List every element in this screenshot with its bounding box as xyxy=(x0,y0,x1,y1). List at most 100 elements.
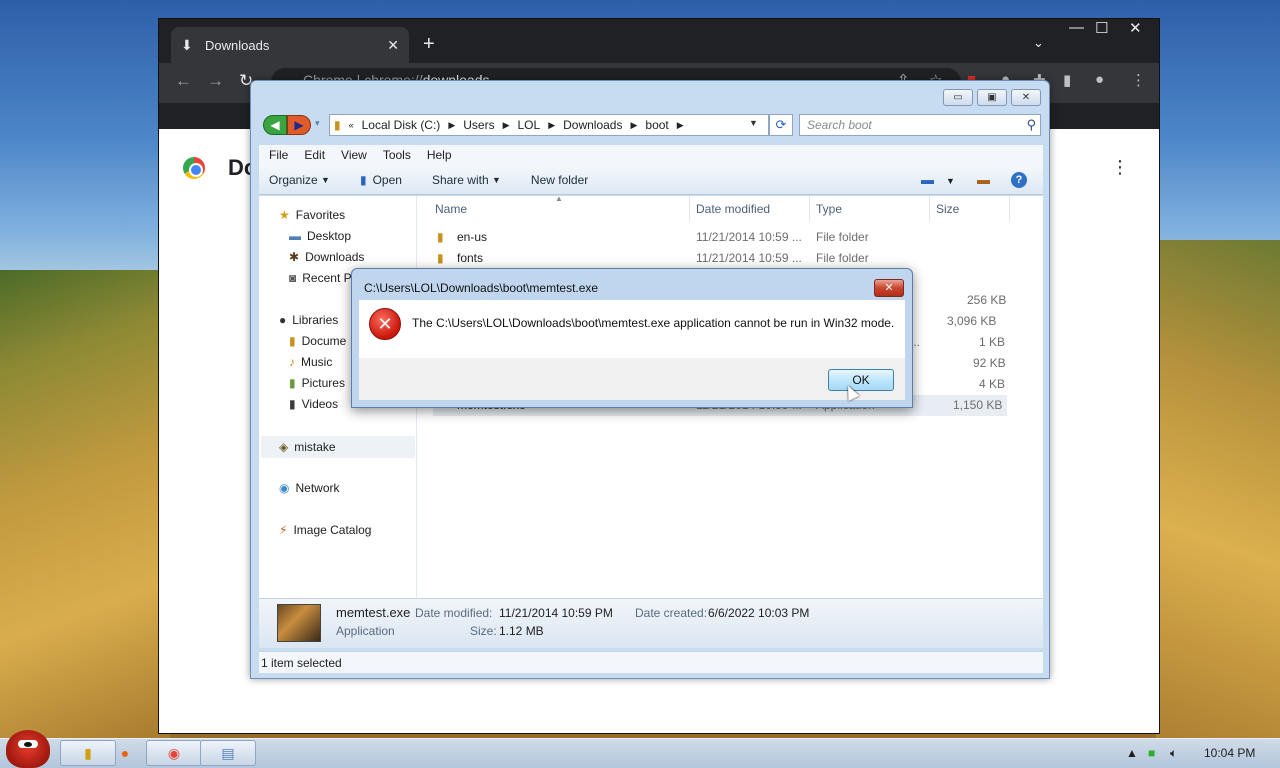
back-icon[interactable]: ← xyxy=(175,71,192,91)
explorer-address-bar[interactable]: ▮ « Local Disk (C:) ▶ Users ▶ LOL ▶ Downloa… xyxy=(329,114,769,136)
overflow-chevron-icon[interactable]: « xyxy=(349,120,354,130)
profile-avatar-icon[interactable]: ● xyxy=(1095,71,1104,88)
dialog-message: The C:\Users\LOL\Downloads\boot\memtest.… xyxy=(412,316,895,330)
details-size-label: Size: xyxy=(470,624,497,638)
history-dropdown-icon[interactable]: ▾ xyxy=(315,118,320,129)
dialog-footer: OK xyxy=(359,358,905,400)
menu-file[interactable]: File xyxy=(269,148,288,162)
view-options-icon[interactable]: ▬ xyxy=(921,172,934,187)
nav-downloads[interactable]: ✱ Downloads xyxy=(289,250,364,264)
explorer-maximize-button[interactable]: ▣ xyxy=(977,89,1007,106)
nav-videos-label: Videos xyxy=(301,397,339,411)
forward-button[interactable]: ▶ xyxy=(287,115,311,135)
nav-pictures[interactable]: ▮ Pictures xyxy=(289,376,345,390)
address-dropdown-icon[interactable]: ▼ xyxy=(749,118,758,128)
taskbar-notepad-icon[interactable]: ▤ xyxy=(200,740,256,766)
table-row[interactable]: ▮ en-us 11/21/2014 10:59 ... File folder xyxy=(417,227,1017,248)
column-size[interactable]: Size xyxy=(936,202,959,216)
back-button[interactable]: ◀ xyxy=(263,115,287,135)
breadcrumb-local-disk[interactable]: Local Disk (C:) xyxy=(362,118,441,132)
help-icon[interactable]: ? xyxy=(1011,172,1027,188)
taskbar-firefox-icon[interactable]: ● xyxy=(100,740,150,766)
menu-view[interactable]: View xyxy=(341,148,367,162)
row-size: 1,150 KB xyxy=(953,398,1003,412)
breadcrumb-sep-icon[interactable]: ▶ xyxy=(548,120,555,131)
breadcrumb-downloads[interactable]: Downloads xyxy=(563,118,622,132)
breadcrumb-sep-icon[interactable]: ▶ xyxy=(448,120,455,131)
open-button[interactable]: ▮ Open xyxy=(360,173,402,187)
nav-videos[interactable]: ▮ Videos xyxy=(289,397,338,411)
chrome-tab-downloads[interactable]: ⬇ Downloads ✕ xyxy=(171,27,409,63)
preview-pane-icon[interactable]: ▬ xyxy=(977,172,990,187)
dialog-close-button[interactable]: ✕ xyxy=(874,279,904,297)
chrome-logo-icon xyxy=(183,157,205,179)
error-icon: ✕ xyxy=(369,308,401,340)
address-row: ◀ ▶ ▾ ▮ « Local Disk (C:) ▶ Users ▶ LOL ▶ D… xyxy=(259,113,1043,137)
organize-button[interactable]: Organize ▼ xyxy=(269,173,330,187)
chrome-menu-icon[interactable]: ⋮ xyxy=(1131,71,1146,89)
breadcrumb-boot[interactable]: boot xyxy=(645,118,668,132)
new-folder-button[interactable]: New folder xyxy=(531,173,588,187)
view-dropdown-icon[interactable]: ▼ xyxy=(946,176,955,186)
nav-favorites[interactable]: ★ Favorites xyxy=(279,208,345,222)
search-input[interactable]: Search boot ⚲ xyxy=(799,114,1041,136)
minimize-icon[interactable]: — xyxy=(1069,19,1084,36)
breadcrumb-sep-icon[interactable]: ▶ xyxy=(630,120,637,131)
share-with-button[interactable]: Share with ▼ xyxy=(432,173,501,187)
downloads-folder-icon: ✱ xyxy=(289,250,300,264)
breadcrumb-sep-icon[interactable]: ▶ xyxy=(677,120,684,131)
tab-close-icon[interactable]: ✕ xyxy=(387,37,399,54)
breadcrumb-users[interactable]: Users xyxy=(463,118,494,132)
desktop-wallpaper xyxy=(0,270,170,740)
maximize-icon[interactable]: ☐ xyxy=(1095,19,1108,37)
column-type[interactable]: Type xyxy=(816,202,842,216)
nav-network[interactable]: ◉ Network xyxy=(279,481,340,495)
explorer-close-button[interactable]: ✕ xyxy=(1011,89,1041,106)
nav-desktop[interactable]: ▬ Desktop xyxy=(289,229,351,243)
image-catalog-icon: ⚡ xyxy=(279,523,288,537)
nav-music[interactable]: ♪ Music xyxy=(289,355,332,369)
nav-homegroup[interactable]: ◈ mistake xyxy=(261,436,415,458)
column-name[interactable]: Name xyxy=(435,202,467,216)
ok-button[interactable]: OK xyxy=(828,369,894,391)
breadcrumb-lol[interactable]: LOL xyxy=(518,118,541,132)
tray-overflow-icon[interactable]: ▲ xyxy=(1126,746,1138,760)
close-window-icon[interactable]: ✕ xyxy=(1129,19,1142,37)
nav-libraries[interactable]: ● Libraries xyxy=(279,313,338,327)
column-divider[interactable] xyxy=(929,196,930,222)
row-date: 11/21/2014 10:59 ... xyxy=(696,251,802,265)
menu-help[interactable]: Help xyxy=(427,148,452,162)
taskbar-chrome-icon[interactable]: ◉ xyxy=(146,740,202,766)
search-icon[interactable]: ⚲ xyxy=(1026,117,1036,133)
organize-label: Organize xyxy=(269,172,318,187)
new-tab-button[interactable]: + xyxy=(423,33,435,56)
start-button[interactable] xyxy=(6,730,50,768)
dialog-title: C:\Users\LOL\Downloads\boot\memtest.exe xyxy=(364,281,599,295)
status-bar: 1 item selected xyxy=(259,651,1043,673)
row-size: 4 KB xyxy=(979,377,1006,391)
row-date: 11/21/2014 10:59 ... xyxy=(696,230,802,244)
breadcrumb-sep-icon[interactable]: ▶ xyxy=(503,120,510,131)
column-date-modified[interactable]: Date modified xyxy=(696,202,770,216)
desktop-icon: ▬ xyxy=(289,229,301,243)
column-divider[interactable] xyxy=(689,196,690,222)
tray-volume-icon[interactable]: 🔈︎ xyxy=(1170,746,1177,761)
tab-search-chevron-icon[interactable]: ⌄ xyxy=(1033,35,1044,51)
explorer-minimize-button[interactable]: ▭ xyxy=(943,89,973,106)
nav-recent-places[interactable]: ◙ Recent P xyxy=(289,271,352,285)
refresh-button[interactable]: ⟳ xyxy=(769,114,793,136)
table-row[interactable]: ▮ fonts 11/21/2014 10:59 ... File folder xyxy=(417,248,1017,269)
column-divider[interactable] xyxy=(809,196,810,222)
nav-documents[interactable]: ▮ Docume xyxy=(289,334,346,348)
details-filename: memtest.exe xyxy=(336,605,411,620)
forward-icon[interactable]: → xyxy=(207,71,224,91)
nav-image-catalog[interactable]: ⚡ Image Catalog xyxy=(279,523,371,537)
column-divider[interactable] xyxy=(1009,196,1010,222)
side-panel-icon[interactable]: ▮ xyxy=(1063,71,1071,89)
menu-edit[interactable]: Edit xyxy=(304,148,325,162)
page-menu-icon[interactable]: ⋮ xyxy=(1111,157,1129,178)
menu-tools[interactable]: Tools xyxy=(383,148,411,162)
taskbar-clock[interactable]: 10:04 PM xyxy=(1204,746,1255,760)
tray-power-icon[interactable]: ■ xyxy=(1148,746,1155,760)
star-icon: ★ xyxy=(279,208,290,222)
